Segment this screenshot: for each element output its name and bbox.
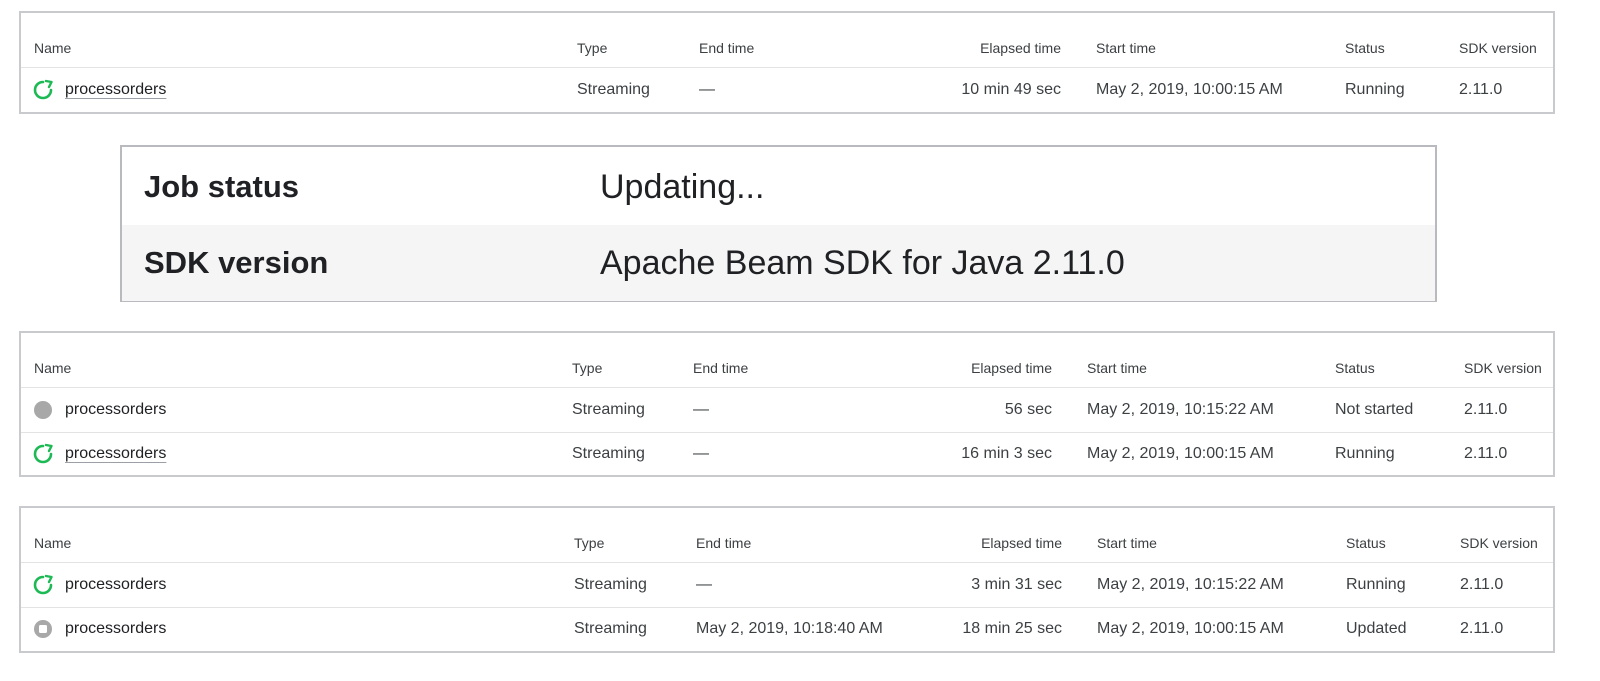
column-header-status[interactable]: Status <box>1346 524 1386 562</box>
running-icon <box>33 79 53 99</box>
job-elapsed-time: 18 min 25 sec <box>962 620 1062 637</box>
table-header-row: Name Type End time Elapsed time Start ti… <box>21 29 1553 68</box>
job-status: Running <box>1345 80 1405 98</box>
job-name[interactable]: processorders <box>65 401 166 419</box>
job-name-link[interactable]: processorders <box>65 81 166 99</box>
column-header-start-time[interactable]: Start time <box>1097 524 1157 562</box>
column-header-type[interactable]: Type <box>577 29 607 67</box>
job-sdk-version: 2.11.0 <box>1464 400 1508 418</box>
job-status: Running <box>1335 445 1395 462</box>
job-status: Updated <box>1346 620 1407 637</box>
job-type: Streaming <box>577 80 650 98</box>
job-info-panel: Job status Updating... SDK version Apach… <box>120 145 1437 302</box>
job-end-time: — <box>696 575 712 593</box>
sdk-version-value: Apache Beam SDK for Java 2.11.0 <box>600 243 1125 282</box>
not-started-icon <box>34 400 52 419</box>
job-start-time: May 2, 2019, 10:00:15 AM <box>1096 80 1283 98</box>
job-status-value: Updating... <box>600 167 765 206</box>
job-name[interactable]: processorders <box>65 620 166 638</box>
table-row[interactable]: processorders Streaming — 16 min 3 sec M… <box>21 432 1553 476</box>
job-name-link[interactable]: processorders <box>65 445 166 463</box>
job-start-time: May 2, 2019, 10:00:15 AM <box>1087 445 1274 462</box>
jobs-table-after-update: Name Type End time Elapsed time Start ti… <box>19 506 1555 653</box>
table-row[interactable]: processorders Streaming May 2, 2019, 10:… <box>21 607 1553 651</box>
job-type: Streaming <box>574 575 647 593</box>
job-elapsed-time: 56 sec <box>1004 400 1052 418</box>
jobs-table-before: Name Type End time Elapsed time Start ti… <box>19 11 1555 114</box>
column-header-elapsed-time[interactable]: Elapsed time <box>901 524 1062 562</box>
running-icon <box>33 443 53 464</box>
column-header-end-time[interactable]: End time <box>699 29 754 67</box>
column-header-sdk-version[interactable]: SDK version <box>1460 524 1538 562</box>
column-header-start-time[interactable]: Start time <box>1087 349 1147 387</box>
table-header-row: Name Type End time Elapsed time Start ti… <box>21 524 1553 563</box>
table-header-row: Name Type End time Elapsed time Start ti… <box>21 349 1553 388</box>
sdk-version-row: SDK version Apache Beam SDK for Java 2.1… <box>122 225 1435 301</box>
job-elapsed-time: 16 min 3 sec <box>961 445 1052 462</box>
running-icon <box>33 574 53 594</box>
job-type: Streaming <box>572 400 645 418</box>
job-status-row: Job status Updating... <box>122 149 1435 225</box>
column-header-sdk-version[interactable]: SDK version <box>1459 29 1537 67</box>
job-sdk-version: 2.11.0 <box>1459 80 1503 98</box>
job-end-time: — <box>693 400 709 418</box>
column-header-type[interactable]: Type <box>572 349 602 387</box>
job-type: Streaming <box>574 620 647 637</box>
job-status-label: Job status <box>144 169 300 204</box>
job-end-time: May 2, 2019, 10:18:40 AM <box>696 620 883 637</box>
job-name[interactable]: processorders <box>65 576 166 594</box>
column-header-name[interactable]: Name <box>34 349 71 387</box>
job-start-time: May 2, 2019, 10:15:22 AM <box>1097 575 1284 593</box>
column-header-name[interactable]: Name <box>34 524 71 562</box>
column-header-status[interactable]: Status <box>1335 349 1375 387</box>
column-header-sdk-version[interactable]: SDK version <box>1464 349 1542 387</box>
column-header-name[interactable]: Name <box>34 29 71 67</box>
table-row[interactable]: processorders Streaming — 3 min 31 sec M… <box>21 562 1553 608</box>
column-header-end-time[interactable]: End time <box>696 524 751 562</box>
job-start-time: May 2, 2019, 10:15:22 AM <box>1087 400 1274 418</box>
job-sdk-version: 2.11.0 <box>1460 575 1504 593</box>
job-elapsed-time: 3 min 31 sec <box>971 575 1062 593</box>
job-status: Not started <box>1335 400 1414 418</box>
column-header-elapsed-time[interactable]: Elapsed time <box>891 349 1052 387</box>
job-end-time: — <box>699 80 715 98</box>
job-status: Running <box>1346 575 1406 593</box>
column-header-type[interactable]: Type <box>574 524 604 562</box>
column-header-end-time[interactable]: End time <box>693 349 748 387</box>
column-header-elapsed-time[interactable]: Elapsed time <box>901 29 1061 67</box>
job-elapsed-time: 10 min 49 sec <box>961 80 1061 98</box>
job-start-time: May 2, 2019, 10:00:15 AM <box>1097 620 1284 637</box>
job-end-time: — <box>693 445 709 462</box>
jobs-table-during-update: Name Type End time Elapsed time Start ti… <box>19 331 1555 477</box>
updated-icon <box>34 620 52 638</box>
job-type: Streaming <box>572 445 645 462</box>
sdk-version-label: SDK version <box>144 245 329 280</box>
table-row[interactable]: processorders Streaming — 10 min 49 sec … <box>21 67 1553 112</box>
job-sdk-version: 2.11.0 <box>1460 620 1504 637</box>
column-header-status[interactable]: Status <box>1345 29 1385 67</box>
column-header-start-time[interactable]: Start time <box>1096 29 1156 67</box>
job-sdk-version: 2.11.0 <box>1464 445 1508 462</box>
table-row[interactable]: processorders Streaming — 56 sec May 2, … <box>21 387 1553 433</box>
